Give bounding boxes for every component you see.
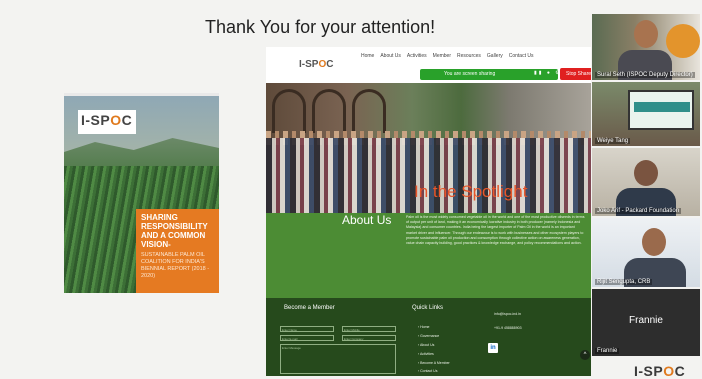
spotlight-heading: In the Spotlight [414,182,528,201]
report-cover: I-SPOC SHARING RESPONSIBILITY AND A COMM… [64,93,219,293]
message-field[interactable]: Enter Message [280,344,396,374]
cover-logo: I-SPOC [81,112,133,128]
slide-title: Thank You for your attention! [205,17,436,37]
nav-member[interactable]: Member [433,53,451,59]
site-nav: Home About Us Activities Member Resource… [361,53,533,59]
participant-name: Weiye Tang [595,138,631,144]
footer-phone[interactable]: +91-9 458888903 [494,326,522,330]
participant-tile[interactable]: Joko Arif - Packard Foundation [592,148,700,216]
participant-name: Frannie [595,348,620,354]
participant-name: Joko Arif - Packard Foundation [595,208,682,214]
shared-website: Home About Us Activities Member Resource… [266,47,591,376]
member-heading: Become a Member [284,305,335,311]
participant-name: Sural Seth (ISPOC Deputy Director) [595,72,695,78]
nav-gallery[interactable]: Gallery [487,53,503,59]
quick-link-activities[interactable]: Activities [418,352,434,356]
cover-heading: SHARING RESPONSIBILITY AND A COMMON VISI… [141,213,208,249]
participant-name: Rijit Sengupta, CRB [595,279,653,285]
about-text: Palm oil is the most widely consumed veg… [406,215,585,246]
nav-home[interactable]: Home [361,53,374,59]
participant-face [642,228,666,256]
quick-link-member[interactable]: Become A Member [418,361,450,365]
nav-resources[interactable]: Resources [457,53,481,59]
email-field[interactable]: Enter E-mail [280,335,334,341]
quick-link-home[interactable]: Home [418,325,429,329]
meeting-screen: Thank You for your attention! I-SPOC SHA… [0,0,702,379]
quick-link-governance[interactable]: Governance [418,334,439,338]
participant-tile[interactable]: Rijit Sengupta, CRB [592,218,700,287]
ispoc-logo: I-SPOC [634,363,686,379]
share-controls[interactable]: ▮▮ ● ⚙ [534,70,562,76]
scroll-top-icon[interactable]: ^ [580,350,590,360]
about-heading: About Us [342,213,392,227]
company-field[interactable]: Enter Company [342,335,396,341]
participant-face [634,20,658,48]
nav-contact-us[interactable]: Contact Us [509,53,534,59]
quick-link-contact[interactable]: Contact Us [418,369,437,373]
participant-tile[interactable]: Sural Seth (ISPOC Deputy Director) [592,14,700,80]
cover-subheading: SUSTAINABLE PALM OIL COALITION FOR INDIA… [141,252,210,279]
org-logo [666,24,700,58]
participant-tile[interactable]: Frannie Frannie [592,289,700,356]
arch-decoration [312,89,346,133]
participant-display-name: Frannie [629,315,663,326]
quick-links-heading: Quick Links [412,305,444,311]
arch-decoration [352,89,386,133]
mobile-field[interactable]: Enter Mobile [342,326,396,332]
participant-tile[interactable]: Weiye Tang [592,82,700,146]
nav-activities[interactable]: Activities [407,53,427,59]
screen-share-status: You are screen sharing [444,71,496,77]
presentation-screen [628,90,694,130]
footer-email[interactable]: info@ispoc-ind.in [494,312,521,316]
site-logo[interactable]: I-SPOC [299,59,333,70]
cover-title-panel: SHARING RESPONSIBILITY AND A COMMON VISI… [136,209,219,293]
arch-decoration [272,89,306,133]
linkedin-icon[interactable]: in [488,343,498,353]
stop-share-button[interactable]: Stop Share [560,68,591,80]
participant-face [634,160,658,186]
nav-about-us[interactable]: About Us [380,53,401,59]
quick-link-about[interactable]: About Us [418,343,434,347]
name-field[interactable]: Enter Name [280,326,334,332]
